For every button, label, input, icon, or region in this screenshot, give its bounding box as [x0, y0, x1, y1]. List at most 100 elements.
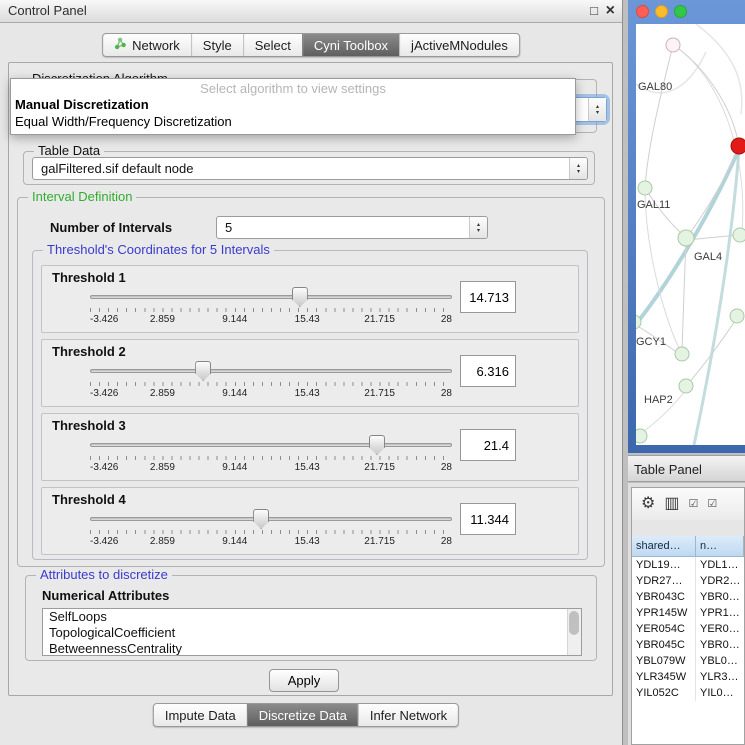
network-canvas[interactable]: GAL80 GAL11 GAL4 GCY1 HAP2: [636, 24, 745, 445]
gear-icon[interactable]: ⚙: [641, 496, 655, 512]
threshold-value-input[interactable]: [460, 281, 516, 313]
tab-network[interactable]: Network: [103, 34, 191, 56]
slider-ticks: [90, 456, 452, 460]
slider-thumb[interactable]: [195, 361, 211, 381]
control-panel-titlebar[interactable]: Control Panel □ ×: [0, 0, 622, 23]
combobox-stepper-icon[interactable]: ▴▾: [588, 98, 606, 121]
list-item[interactable]: TopologicalCoefficient: [43, 625, 581, 641]
number-of-intervals-label: Number of Intervals: [50, 220, 172, 235]
interval-definition-group: Interval Definition Number of Intervals …: [17, 197, 605, 567]
threshold-slider[interactable]: -3.426 2.859 9.144 15.43 21.715 28: [90, 360, 452, 404]
threshold-slider[interactable]: -3.426 2.859 9.144 15.43 21.715 28: [90, 434, 452, 478]
threshold-value-input[interactable]: [460, 503, 516, 535]
tab-select[interactable]: Select: [243, 34, 302, 56]
node-label-hap2: HAP2: [644, 394, 673, 406]
slider-thumb[interactable]: [369, 435, 385, 455]
network-graph: GAL80 GAL11 GAL4 GCY1 HAP2: [636, 24, 745, 445]
table-data-value: galFiltered.sif default node: [41, 161, 193, 176]
zoom-traffic-icon[interactable]: [674, 5, 687, 18]
node-hap2[interactable]: [679, 379, 693, 393]
table-row[interactable]: YBR043CYBR0…: [632, 589, 744, 605]
network-view-window: GAL80 GAL11 GAL4 GCY1 HAP2: [628, 0, 745, 453]
tab-impute-data[interactable]: Impute Data: [154, 704, 247, 726]
list-item[interactable]: BetweennessCentrality: [43, 641, 581, 656]
node[interactable]: [730, 309, 744, 323]
attributes-group-title: Attributes to discretize: [36, 567, 172, 582]
thresholds-group-title: Threshold's Coordinates for 5 Intervals: [43, 242, 274, 257]
slider-track[interactable]: [90, 369, 452, 373]
table-data-group: Table Data galFiltered.sif default node …: [23, 151, 595, 185]
slider-track[interactable]: [90, 517, 452, 521]
node-label-gcy1: GCY1: [636, 336, 666, 348]
table-panel-body: ⚙ ▥ ☑ ☑ shared… n… YDL19…YDL1… YDR27…YDR…: [631, 487, 745, 745]
node-selected-red[interactable]: [731, 138, 745, 154]
threshold-label: Threshold 3: [52, 418, 126, 433]
table-row[interactable]: YDL19…YDL1…: [632, 557, 744, 573]
table-panel-header[interactable]: Table Panel: [628, 455, 745, 482]
table-row[interactable]: YBR045CYBR0…: [632, 637, 744, 653]
list-item[interactable]: SelfLoops: [43, 609, 581, 625]
slider-ticks: [90, 530, 452, 534]
node[interactable]: [675, 347, 689, 361]
minimize-traffic-icon[interactable]: [655, 5, 668, 18]
close-icon[interactable]: ×: [606, 0, 615, 22]
attributes-group: Attributes to discretize Numerical Attri…: [25, 575, 597, 661]
slider-scale: -3.426 2.859 9.144 15.43 21.715 28: [90, 314, 452, 326]
close-traffic-icon[interactable]: [636, 5, 649, 18]
threshold-label: Threshold 4: [52, 492, 126, 507]
combobox-stepper-icon[interactable]: ▴▾: [569, 158, 587, 179]
bottom-tab-bar: Impute Data Discretize Data Infer Networ…: [153, 703, 459, 727]
table-row[interactable]: YPR145WYPR1…: [632, 605, 744, 621]
tab-cyni-toolbox[interactable]: Cyni Toolbox: [302, 34, 399, 56]
table-row[interactable]: YDR27…YDR2…: [632, 573, 744, 589]
dropdown-item-equal-width[interactable]: Equal Width/Frequency Discretization: [11, 113, 575, 130]
tab-infer-network[interactable]: Infer Network: [358, 704, 458, 726]
column-header-name[interactable]: n…: [696, 536, 744, 557]
slider-ticks: [90, 382, 452, 386]
numerical-attributes-list: SelfLoops TopologicalCoefficient Between…: [42, 608, 582, 656]
threshold-slider[interactable]: -3.426 2.859 9.144 15.43 21.715 28: [90, 508, 452, 552]
node-label-gal11: GAL11: [637, 199, 670, 211]
dropdown-item-manual[interactable]: Manual Discretization: [11, 96, 575, 113]
table-data-combobox[interactable]: galFiltered.sif default node ▴▾: [32, 157, 588, 180]
columns-icon[interactable]: ▥: [664, 496, 679, 512]
node-gal11[interactable]: [638, 181, 652, 195]
tab-discretize-data[interactable]: Discretize Data: [247, 704, 358, 726]
slider-thumb[interactable]: [292, 287, 308, 307]
column-header-shared-name[interactable]: shared…: [632, 536, 696, 557]
table-row[interactable]: YLR345WYLR3…: [632, 669, 744, 685]
table-toolbar: ⚙ ▥ ☑ ☑: [632, 488, 744, 521]
interval-definition-title: Interval Definition: [28, 189, 136, 204]
node[interactable]: [636, 429, 647, 443]
table-row[interactable]: YER054CYER0…: [632, 621, 744, 637]
node-label-gal80: GAL80: [638, 81, 672, 93]
select-all-icon[interactable]: ☑: [688, 499, 698, 510]
select-none-icon[interactable]: ☑: [707, 499, 717, 510]
apply-button[interactable]: Apply: [269, 669, 339, 692]
top-tab-bar: Network Style Select Cyni Toolbox jActiv…: [102, 33, 520, 57]
table-data-title: Table Data: [34, 143, 104, 158]
numerical-attributes-label: Numerical Attributes: [42, 588, 169, 603]
node-gal4[interactable]: [678, 230, 694, 246]
table-toolbar-spacer: [632, 520, 744, 537]
number-of-intervals-combobox[interactable]: 5 ▴▾: [216, 216, 488, 239]
tab-jactivemnodules[interactable]: jActiveMNodules: [399, 34, 519, 56]
threshold-slider[interactable]: -3.426 2.859 9.144 15.43 21.715 28: [90, 286, 452, 330]
minimize-icon[interactable]: □: [590, 0, 598, 22]
threshold-value-input[interactable]: [460, 355, 516, 387]
node-gal80[interactable]: [666, 38, 680, 52]
node[interactable]: [733, 228, 745, 242]
slider-thumb[interactable]: [253, 509, 269, 529]
tab-style[interactable]: Style: [191, 34, 243, 56]
table-row[interactable]: YIL052CYIL0…: [632, 685, 744, 701]
combobox-stepper-icon[interactable]: ▴▾: [469, 217, 487, 238]
number-of-intervals-value: 5: [225, 220, 232, 235]
list-scrollbar-thumb[interactable]: [569, 611, 579, 635]
threshold-label: Threshold 1: [52, 270, 126, 285]
slider-track[interactable]: [90, 295, 452, 299]
threshold-value-input[interactable]: [460, 429, 516, 461]
table-row[interactable]: YBL079WYBL0…: [632, 653, 744, 669]
node-label-gal4: GAL4: [694, 251, 722, 263]
slider-track[interactable]: [90, 443, 452, 447]
list-scrollbar[interactable]: [567, 609, 581, 655]
